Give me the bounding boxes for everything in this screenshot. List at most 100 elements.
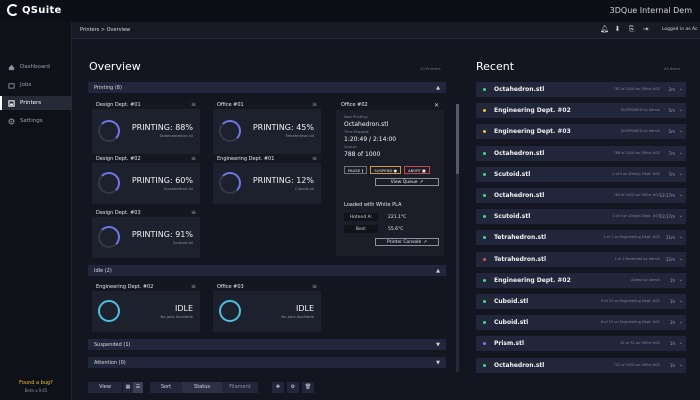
chevron-down-icon[interactable]: ⌄: [679, 256, 683, 262]
abort-button[interactable]: ABORT ■: [403, 166, 430, 174]
chevron-down-icon[interactable]: ⌄: [679, 150, 683, 156]
printer-name: Office #03: [217, 283, 244, 290]
group-suspended[interactable]: Suspended (1) ▼: [88, 339, 446, 350]
chevron-down-icon[interactable]: ⌄: [679, 234, 683, 240]
chevron-down-icon[interactable]: ▼: [436, 360, 440, 366]
trash-icon[interactable]: 🗑︎: [302, 381, 314, 393]
recent-item-name: Engineering Dept. #02: [494, 276, 571, 284]
gear-icon[interactable]: ⚙: [287, 381, 299, 393]
bell-icon[interactable]: 🔔︎: [600, 26, 609, 33]
group-attention[interactable]: Attention (0) ▼: [88, 357, 446, 368]
recent-item-time: 13:17m: [659, 193, 675, 198]
user-label[interactable]: Logged in as Ac: [662, 27, 698, 32]
printer-card[interactable]: Design Dept. #03 ≡ PRINTING: 91% Scutoid.…: [92, 208, 200, 258]
printer-console-button[interactable]: Printer Console ↗: [375, 238, 439, 246]
chevron-down-icon[interactable]: ⌄: [679, 128, 683, 134]
progress-ring: [98, 120, 120, 142]
chevron-down-icon[interactable]: ⌄: [679, 213, 683, 219]
overview-scrollbar[interactable]: [456, 104, 459, 372]
bug-report-link[interactable]: Found a bug? Beta v.9.45: [0, 380, 72, 393]
menu-icon[interactable]: ≡: [312, 283, 317, 290]
close-icon[interactable]: ✕: [434, 102, 439, 109]
menu-icon[interactable]: ≡: [191, 101, 196, 108]
status-dot: [483, 172, 486, 176]
printer-name: Engineering Dept. #01: [217, 155, 275, 162]
recent-item[interactable]: Scutoid.stl 1 of 3 on Design Dept. #03 13:…: [476, 209, 686, 225]
status-dot: [483, 109, 486, 113]
recent-item-time: 1h: [669, 299, 675, 304]
menu-icon[interactable]: ≡: [191, 155, 196, 162]
menu-icon[interactable]: ≡: [191, 283, 196, 290]
logout-icon[interactable]: ⇥: [642, 26, 649, 33]
printer-card[interactable]: Engineering Dept. #01 ≡ PRINTING: 12% Cub…: [213, 154, 321, 204]
group-printing[interactable]: Printing (8) ▲: [88, 82, 446, 93]
progress-ring: [219, 120, 241, 142]
printer-card[interactable]: Office #03 ≡ IDLE No Jobs Available: [213, 282, 321, 332]
printer-card[interactable]: Office #01 ≡ PRINTING: 45% Tetrahedron.st…: [213, 100, 321, 156]
chevron-down-icon[interactable]: ▼: [436, 342, 440, 348]
sort-status-button[interactable]: Status: [182, 381, 222, 393]
menu-icon[interactable]: ≡: [312, 155, 317, 162]
recent-item-time: 7m: [668, 150, 675, 156]
recent-item-info: 1 of 1 Restarted by Admin: [614, 256, 660, 261]
sidebar-item-settings[interactable]: Settings: [0, 114, 72, 128]
chevron-down-icon[interactable]: ⌄: [679, 319, 683, 325]
suspend-button[interactable]: SUSPEND ●: [370, 166, 401, 174]
group-idle[interactable]: Idle (2) ▲: [88, 265, 446, 276]
chevron-down-icon[interactable]: ⌄: [679, 277, 683, 283]
recent-filter[interactable]: All Items: [664, 66, 681, 71]
hotend-temp: 221.1°C: [388, 214, 407, 220]
chevron-down-icon[interactable]: ⌄: [679, 171, 683, 177]
recent-item[interactable]: Tetrahedron.stl 1 of 1 Restarted by Admin…: [476, 251, 686, 267]
chevron-up-icon[interactable]: ▲: [436, 85, 440, 91]
sidebar-item-jobs[interactable]: Jobs: [0, 78, 72, 92]
breadcrumb[interactable]: Printers > Overview: [80, 27, 130, 33]
chevron-up-icon[interactable]: ▲: [436, 268, 440, 274]
progress-ring: [98, 226, 120, 248]
printer-card[interactable]: Engineering Dept. #02 ≡ IDLE No Jobs Avai…: [92, 282, 200, 332]
sidebar-item-dashboard[interactable]: Dashboard: [0, 60, 72, 74]
scrollbar-thumb[interactable]: [456, 104, 459, 174]
exit-icon[interactable]: ⎘: [628, 26, 635, 33]
sort-filament-button[interactable]: Filament: [222, 381, 258, 393]
recent-item[interactable]: Tetrahedron.stl 1 of 1 on Engineering Dep…: [476, 230, 686, 246]
recent-item[interactable]: Cuboid.stl 9 of 15 on Engineering Dept. #…: [476, 294, 686, 309]
printer-status: PRINTING: 91%: [131, 230, 193, 239]
chevron-down-icon[interactable]: ⌄: [679, 298, 683, 304]
chevron-down-icon[interactable]: ⌄: [679, 362, 683, 368]
recent-item-time: 7m: [668, 171, 675, 177]
menu-icon[interactable]: ≡: [191, 209, 196, 216]
recent-item-info: 752 of 1000 on Office #02: [613, 362, 661, 367]
sidebar-item-printers[interactable]: Printers: [0, 96, 72, 110]
recent-item[interactable]: Octahedron.stl 786 of 1000 on Office #02 7…: [476, 145, 686, 161]
app-logo[interactable]: QSuite: [7, 4, 62, 16]
printer-file: Cuboid.stl: [295, 186, 314, 191]
list-view-icon[interactable]: ☰: [133, 381, 143, 393]
chevron-down-icon[interactable]: ⌄: [679, 340, 683, 346]
pause-button[interactable]: PAUSE ∥: [344, 166, 368, 174]
recent-item[interactable]: Engineering Dept. #03 SUSPENDED by Admin 5…: [476, 124, 686, 140]
chevron-down-icon[interactable]: ⌄: [679, 107, 683, 113]
status-dot: [483, 215, 486, 219]
chevron-down-icon[interactable]: ⌄: [679, 192, 683, 198]
printer-card[interactable]: Design Dept. #01 ≡ PRINTING: 88% Dodecahe…: [92, 100, 200, 156]
recent-item[interactable]: Engineering Dept. #02 Added by Admin 1h ⌄: [476, 272, 686, 288]
chevron-down-icon[interactable]: ⌄: [679, 86, 683, 92]
recent-item[interactable]: Cuboid.stl 8 of 15 on Engineering Dept. #…: [476, 315, 686, 331]
recent-item[interactable]: Prism.stl 32 of 32 on Office #03 1h ⌄: [476, 336, 686, 352]
view-queue-button[interactable]: View Queue ↗: [375, 178, 439, 186]
recent-item[interactable]: Octahedron.stl 785 of 1000 on Office #02 1…: [476, 188, 686, 203]
recent-item-time: 1h: [669, 277, 675, 283]
printer-file: Icosahedron.stl: [164, 186, 193, 191]
recent-item[interactable]: Scutoid.stl 2 of 3 on Design Dept. #03 7m ⌄: [476, 166, 686, 182]
folder-icon: [8, 82, 15, 89]
recent-item[interactable]: Octahedron.stl 787 of 1000 on Office #02 2…: [476, 82, 686, 97]
status-dot: [483, 236, 486, 240]
move-icon[interactable]: ✥: [272, 381, 284, 393]
recent-item[interactable]: Engineering Dept. #02 SUSPENDED by Admin 5…: [476, 103, 686, 119]
download-icon[interactable]: ⬇: [614, 26, 621, 33]
menu-icon[interactable]: ≡: [312, 101, 317, 108]
recent-item[interactable]: Octahedron.stl 752 of 1000 on Office #02 1…: [476, 357, 686, 373]
grid-view-icon[interactable]: ▦: [123, 381, 133, 393]
printer-card[interactable]: Design Dept. #02 ≡ PRINTING: 60% Icosahed…: [92, 154, 200, 204]
